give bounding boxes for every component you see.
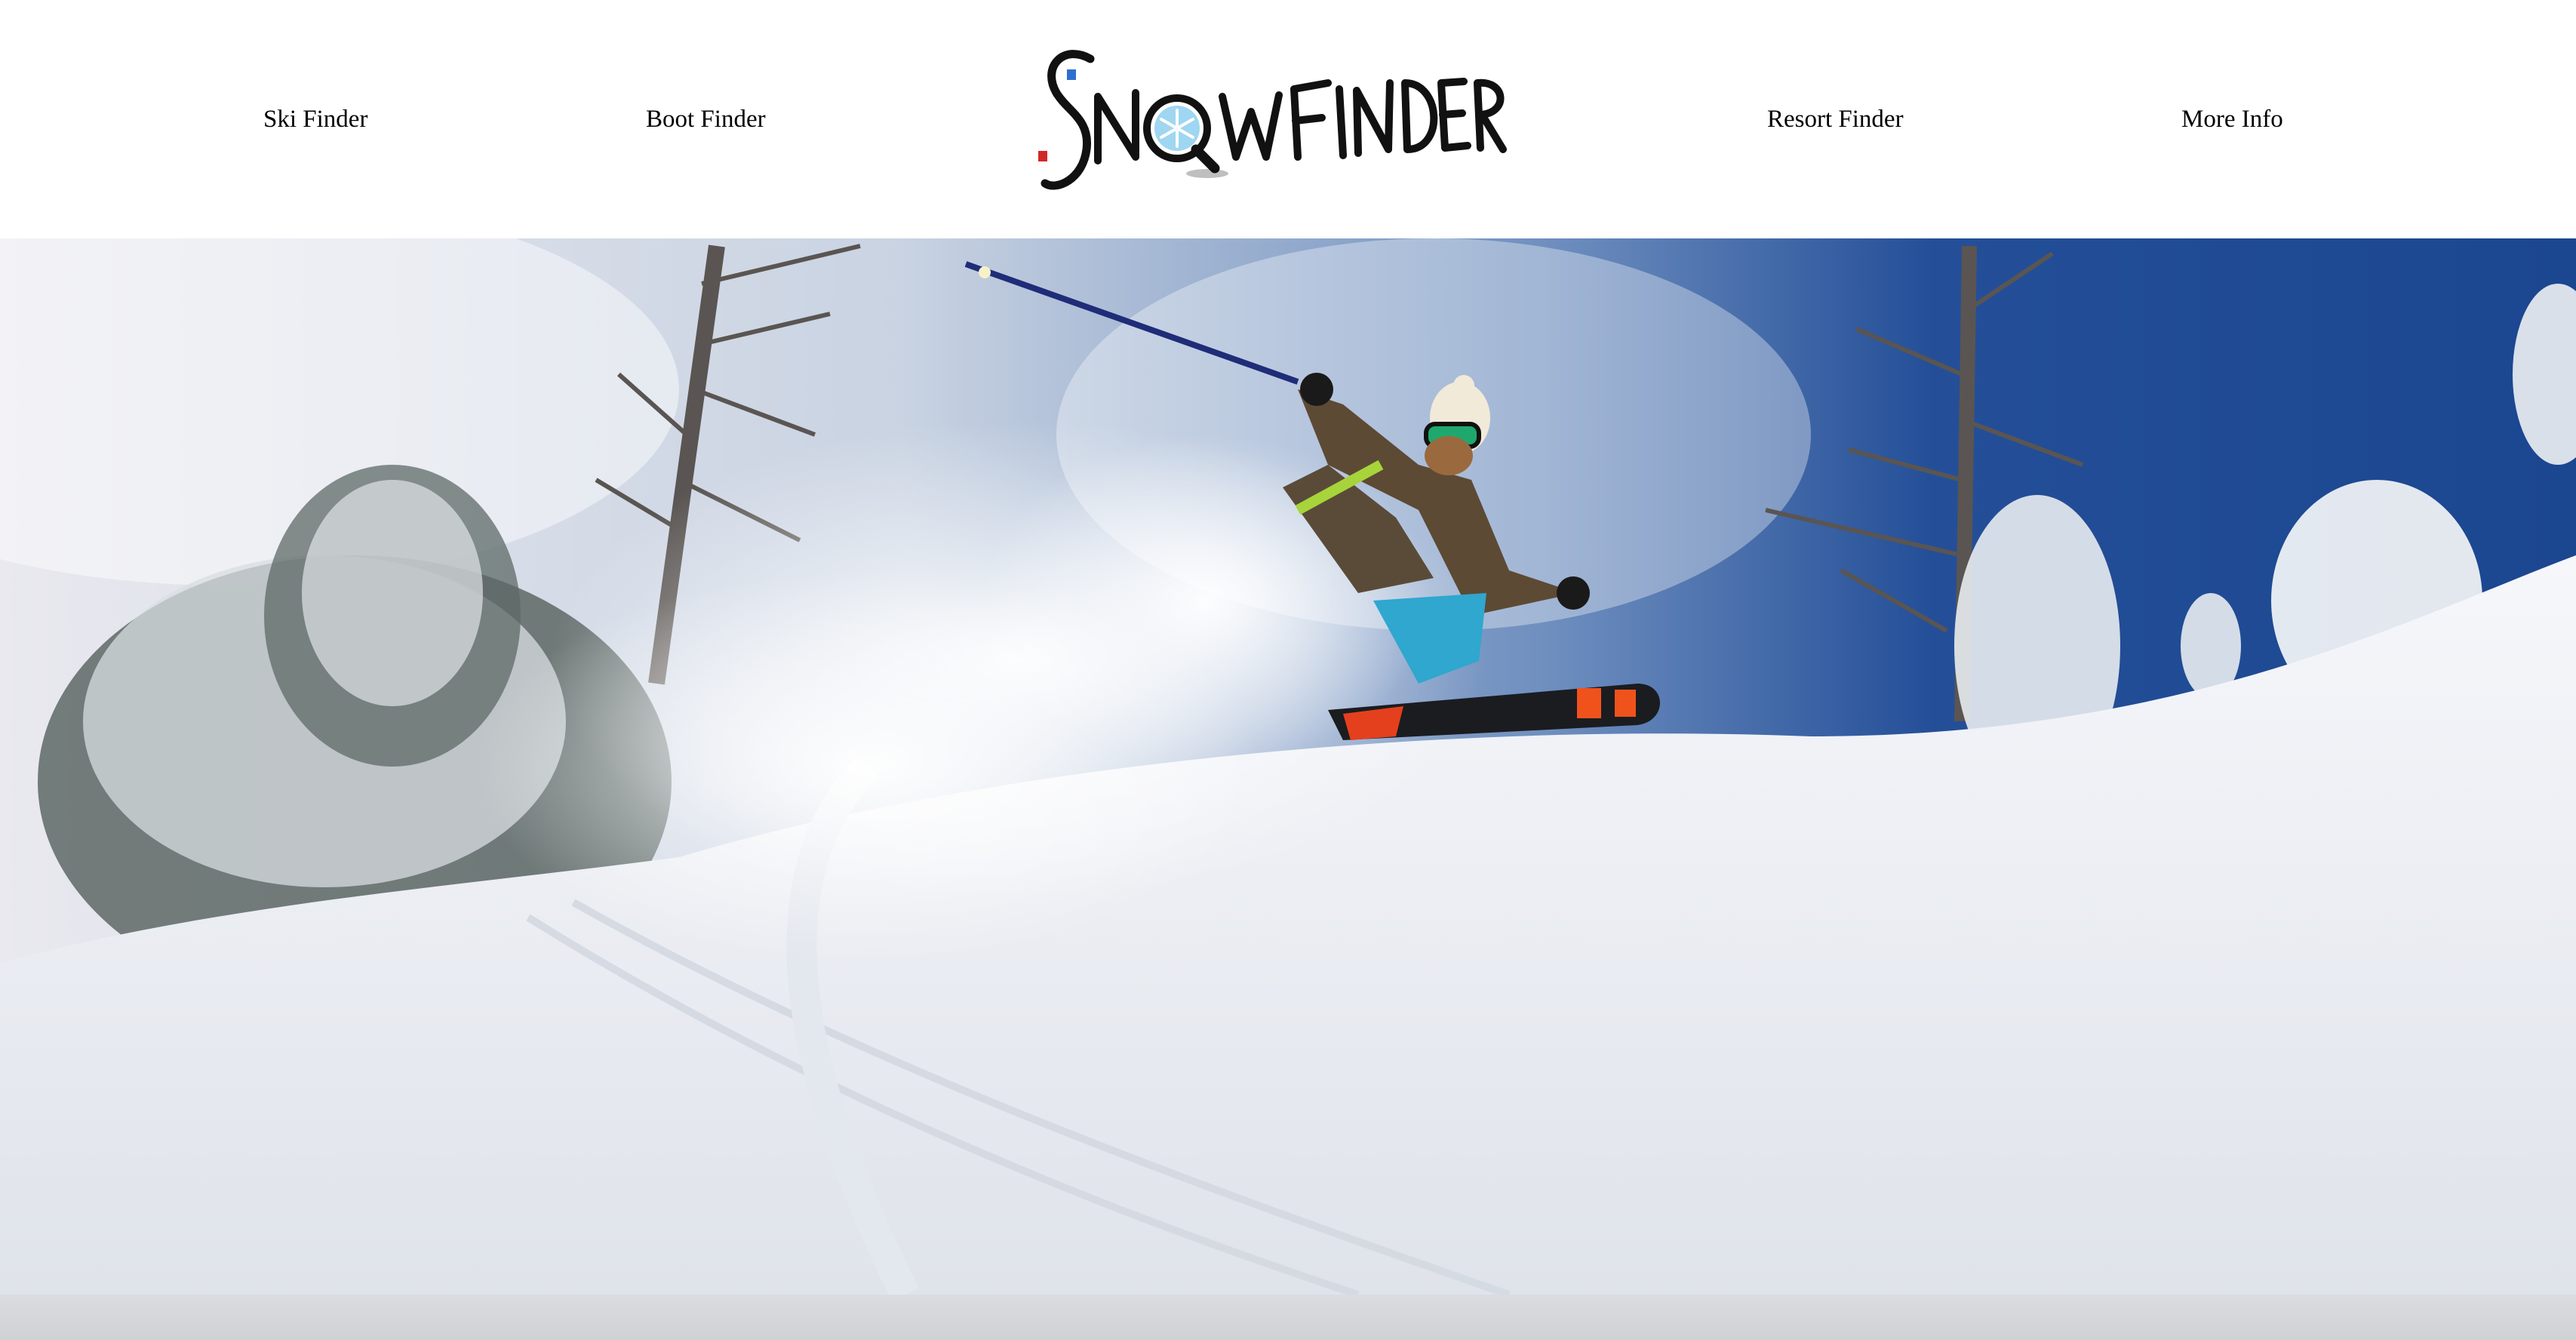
ski-binding-icon-red [1038, 151, 1047, 161]
logo-wordmark [1038, 50, 1507, 190]
page: Ski Finder Boot Finder Resort Finder Mor… [0, 0, 2576, 1340]
nav-more-info[interactable]: More Info [2181, 98, 2283, 140]
nav-ski-finder[interactable]: Ski Finder [263, 98, 367, 140]
bottom-edge-bar [0, 1295, 2576, 1340]
nav-boot-finder[interactable]: Boot Finder [646, 98, 766, 140]
nav-resort-finder[interactable]: Resort Finder [1767, 98, 1904, 140]
site-header: Ski Finder Boot Finder Resort Finder Mor… [0, 0, 2576, 238]
snowfinder-logo[interactable] [1034, 36, 1509, 202]
hero-image [0, 238, 2576, 1295]
snowflake-magnifier-icon [1143, 94, 1228, 178]
ski-binding-icon-blue [1067, 69, 1076, 80]
